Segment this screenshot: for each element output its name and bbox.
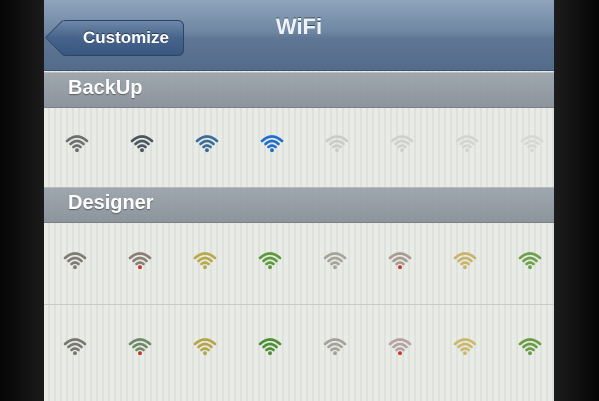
- wifi-icon-backup-3[interactable]: [194, 133, 220, 153]
- device-bezel-right: [554, 0, 599, 401]
- wifi-icon-backup-7[interactable]: [454, 133, 480, 153]
- wifi-icon-designer-7[interactable]: [452, 250, 478, 270]
- section-title: Designer: [68, 192, 154, 214]
- wifi-icon-backup-4[interactable]: [259, 133, 285, 153]
- wifi-icon-designer-10[interactable]: [127, 336, 153, 356]
- wifi-icon-backup-8[interactable]: [519, 133, 545, 153]
- device-bezel-left: [0, 0, 44, 401]
- wifi-icon-designer-13[interactable]: [322, 336, 348, 356]
- wifi-icon-backup-5[interactable]: [324, 133, 350, 153]
- wifi-icon-designer-5[interactable]: [322, 250, 348, 270]
- wifi-icon-designer-12[interactable]: [257, 336, 283, 356]
- section-header-backup: BackUp: [44, 72, 554, 108]
- wifi-icon-designer-1[interactable]: [62, 250, 88, 270]
- wifi-icon-designer-15[interactable]: [452, 336, 478, 356]
- wifi-icon-designer-4[interactable]: [257, 250, 283, 270]
- navigation-bar: Customize WiFi: [44, 0, 554, 71]
- wifi-icon-designer-9[interactable]: [62, 336, 88, 356]
- wifi-icon-designer-8[interactable]: [517, 250, 543, 270]
- section-header-designer: Designer: [44, 187, 554, 223]
- section-title: BackUp: [68, 77, 143, 99]
- wifi-icon-designer-16[interactable]: [517, 336, 543, 356]
- page-title: WiFi: [275, 14, 323, 39]
- wifi-icon-designer-3[interactable]: [192, 250, 218, 270]
- theme-row-backup[interactable]: [44, 107, 554, 188]
- wifi-icon-backup-6[interactable]: [389, 133, 415, 153]
- phone-screen: Customize WiFi BackUp Designer: [44, 0, 554, 401]
- wifi-icon-backup-2[interactable]: [129, 133, 155, 153]
- theme-row-designer-2[interactable]: [44, 305, 554, 401]
- wifi-icon-backup-1[interactable]: [64, 133, 90, 153]
- wifi-icon-designer-11[interactable]: [192, 336, 218, 356]
- theme-row-designer-1[interactable]: [44, 222, 554, 305]
- wifi-icon-designer-2[interactable]: [127, 250, 153, 270]
- wifi-icon-designer-6[interactable]: [387, 250, 413, 270]
- wifi-icon-designer-14[interactable]: [387, 336, 413, 356]
